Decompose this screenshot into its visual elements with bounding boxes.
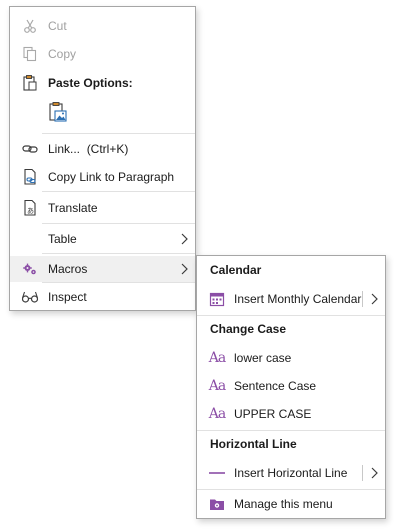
text-case-icon: Aa	[208, 350, 226, 366]
manage-menu-item[interactable]: Manage this menu	[197, 491, 385, 517]
clipboard-icon	[21, 74, 39, 92]
lower-case-menu-item[interactable]: Aa lower case	[197, 345, 385, 371]
copy-link-paragraph-label: Copy Link to Paragraph	[48, 170, 175, 184]
macros-submenu: Calendar Insert Monthly Calendar Change …	[196, 255, 386, 519]
svg-text:あ: あ	[27, 207, 34, 215]
inspect-menu-item[interactable]: Inspect	[10, 284, 195, 310]
separator	[42, 282, 195, 283]
cut-label: Cut	[48, 19, 67, 33]
scissors-icon	[21, 17, 39, 35]
link-icon	[21, 140, 39, 158]
separator	[42, 133, 195, 134]
text-case-icon: Aa	[208, 406, 226, 422]
insert-horizontal-line-label: Insert Horizontal Line	[234, 466, 348, 480]
separator	[197, 489, 385, 490]
text-case-icon: Aa	[208, 378, 226, 394]
copy-label: Copy	[48, 47, 77, 61]
table-menu-item[interactable]: Table	[10, 226, 195, 252]
link-label: Link... (Ctrl+K)	[48, 142, 128, 156]
chevron-right-icon	[179, 231, 189, 247]
macros-menu-item[interactable]: Macros	[10, 256, 195, 282]
inspect-label: Inspect	[48, 290, 87, 304]
separator	[42, 191, 195, 192]
sentence-case-menu-item[interactable]: Aa Sentence Case	[197, 373, 385, 399]
folder-gear-icon	[208, 495, 226, 513]
chevron-right-icon[interactable]	[369, 291, 379, 307]
cut-menu-item[interactable]: Cut	[10, 13, 195, 39]
manage-menu-label: Manage this menu	[234, 497, 333, 511]
split-divider	[362, 465, 363, 481]
context-menu: Cut Copy Paste Options: Link... (Ctrl+K)…	[9, 6, 196, 311]
link-menu-item[interactable]: Link... (Ctrl+K)	[10, 136, 195, 162]
change-case-header: Change Case	[210, 322, 287, 336]
calendar-header: Calendar	[210, 263, 262, 277]
horizontal-line-icon	[208, 464, 226, 482]
split-divider	[362, 291, 363, 307]
upper-case-menu-item[interactable]: Aa UPPER CASE	[197, 401, 385, 427]
separator	[197, 430, 385, 431]
translate-menu-item[interactable]: あ Translate	[10, 195, 195, 221]
paste-options-header: Paste Options:	[10, 70, 195, 96]
calendar-icon	[208, 290, 226, 308]
copy-icon	[21, 45, 39, 63]
glasses-icon	[21, 288, 39, 306]
translate-icon: あ	[21, 199, 39, 217]
link-shortcut: (Ctrl+K)	[86, 142, 129, 156]
table-label: Table	[48, 232, 77, 246]
insert-horizontal-line-menu-item[interactable]: Insert Horizontal Line	[197, 460, 385, 486]
separator	[42, 223, 195, 224]
horizontal-line-header: Horizontal Line	[210, 437, 297, 451]
paste-picture-icon	[48, 101, 68, 126]
upper-case-label: UPPER CASE	[234, 407, 312, 421]
sentence-case-label: Sentence Case	[234, 379, 317, 393]
link-text: Link...	[48, 142, 81, 156]
copy-link-paragraph-menu-item[interactable]: Copy Link to Paragraph	[10, 164, 195, 190]
chevron-right-icon	[179, 261, 189, 277]
paste-options-label: Paste Options:	[48, 76, 133, 90]
insert-monthly-calendar-label: Insert Monthly Calendar	[234, 292, 362, 306]
copy-link-icon	[21, 168, 39, 186]
copy-menu-item[interactable]: Copy	[10, 41, 195, 67]
translate-label: Translate	[48, 201, 98, 215]
paste-picture-button[interactable]	[46, 100, 70, 126]
chevron-right-icon[interactable]	[369, 465, 379, 481]
macros-label: Macros	[48, 262, 88, 276]
separator	[197, 315, 385, 316]
gears-icon	[21, 260, 39, 278]
insert-monthly-calendar-menu-item[interactable]: Insert Monthly Calendar	[197, 286, 385, 312]
separator	[42, 253, 195, 254]
lower-case-label: lower case	[234, 351, 292, 365]
